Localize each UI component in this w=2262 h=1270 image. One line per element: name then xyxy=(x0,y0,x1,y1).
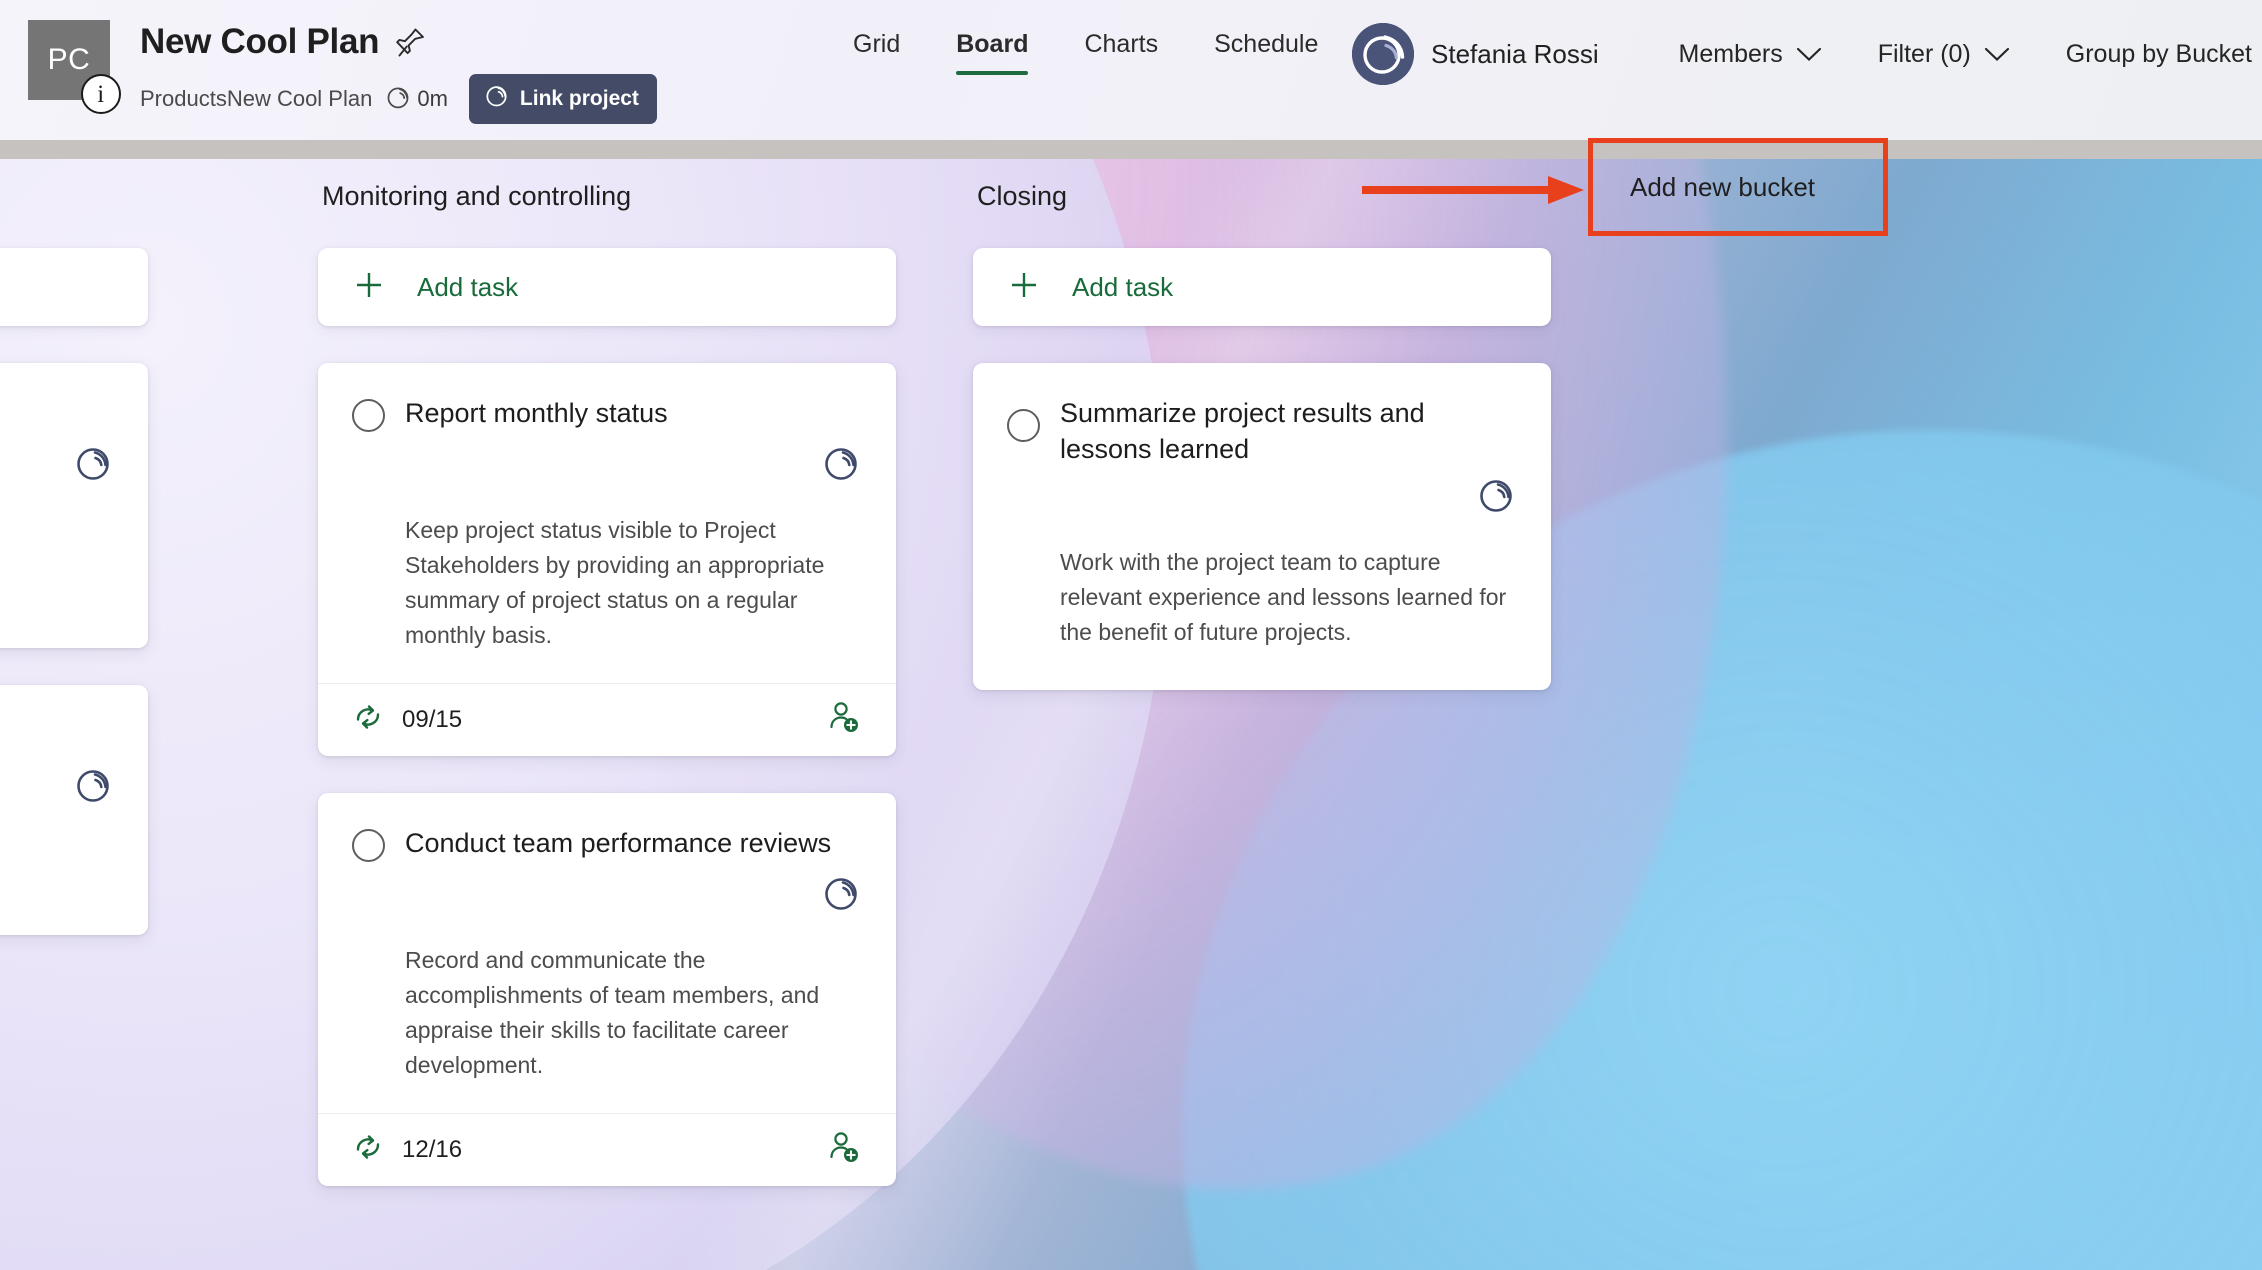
copilot-icon[interactable] xyxy=(822,874,860,917)
task-card-footer: 12/16 xyxy=(318,1112,896,1186)
task-description: Record and communicate the accomplishmen… xyxy=(405,946,820,1078)
app-header: PC i New Cool Plan ProductsNew Cool Plan xyxy=(0,0,2262,140)
group-by-dropdown[interactable]: Group by Bucket xyxy=(2038,40,2262,69)
copilot-small-icon xyxy=(385,84,411,115)
bucket-column-clipped: Add task xyxy=(0,159,148,935)
board-canvas: Add task xyxy=(0,159,2262,1270)
bucket-title-clipped xyxy=(0,181,148,221)
task-title: Report monthly status xyxy=(405,398,668,428)
task-card[interactable]: Conduct team performance reviews Record … xyxy=(318,792,896,1186)
copilot-icon[interactable] xyxy=(74,766,112,809)
task-complete-checkbox[interactable] xyxy=(352,828,385,862)
copilot-icon[interactable] xyxy=(822,444,860,487)
assign-user-icon[interactable] xyxy=(826,1130,860,1169)
add-task-button[interactable]: Add task xyxy=(318,248,896,326)
link-project-label: Link project xyxy=(519,86,639,110)
chevron-down-icon xyxy=(1796,40,1822,69)
link-project-button[interactable]: Link project xyxy=(468,74,657,124)
bucket-title[interactable]: Monitoring and controlling xyxy=(322,181,896,221)
page-title: New Cool Plan xyxy=(140,22,380,61)
user-chip[interactable]: Stefania Rossi xyxy=(1352,23,1599,85)
task-card-clipped-1[interactable]: l and informal eholders to review pen xyxy=(0,363,148,648)
breadcrumb: ProductsNew Cool Plan xyxy=(140,86,373,111)
filter-dropdown[interactable]: Filter (0) xyxy=(1850,40,2038,69)
task-due-date: 09/15 xyxy=(402,705,463,733)
view-tabs: Grid Board Charts Schedule ••• xyxy=(825,28,1429,75)
bucket-column-monitoring: Monitoring and controlling Add task Repo… xyxy=(318,159,896,1186)
add-task-button[interactable]: Add task xyxy=(973,248,1551,326)
plan-initials: PC xyxy=(47,43,91,76)
task-title: Conduct team performance reviews xyxy=(405,827,832,858)
copilot-small-icon xyxy=(484,83,509,114)
repeat-icon xyxy=(352,702,384,737)
pin-icon[interactable] xyxy=(395,25,427,59)
task-description: l and informal eholders to review pen xyxy=(0,513,114,618)
add-task-label: Add task xyxy=(417,271,519,302)
plan-duration: 0m xyxy=(385,84,448,115)
bucket-column-closing: Closing Add task Summarize project resul… xyxy=(973,159,1551,690)
task-card-footer: 09/15 xyxy=(318,682,896,756)
planner-board-screen: Add task xyxy=(0,0,2262,1270)
task-description: Keep project status visible to Project S… xyxy=(405,517,825,648)
task-card[interactable]: Report monthly status Keep project statu… xyxy=(318,363,896,756)
tab-schedule[interactable]: Schedule xyxy=(1186,30,1346,75)
avatar xyxy=(1352,23,1414,85)
add-task-button-clipped[interactable]: Add task xyxy=(0,248,148,326)
task-title: es xyxy=(0,717,114,753)
members-dropdown[interactable]: Members xyxy=(1651,40,1850,69)
task-description: or work ack of work. xyxy=(0,835,114,905)
add-task-label: Add task xyxy=(1072,271,1174,302)
task-title xyxy=(0,395,114,431)
task-due-date: 12/16 xyxy=(402,1135,463,1163)
horizontal-scrollbar[interactable] xyxy=(0,140,2262,159)
info-icon[interactable]: i xyxy=(81,74,121,114)
task-recurrence[interactable]: 09/15 xyxy=(352,702,462,737)
board-controls: Members Filter (0) Group by Bucket xyxy=(1651,40,2262,69)
assign-user-icon[interactable] xyxy=(826,700,860,739)
task-title: Summarize project results and lessons le… xyxy=(1060,398,1425,465)
plus-icon xyxy=(354,270,384,305)
task-card-clipped-2[interactable]: es or work ack of work. xyxy=(0,684,148,935)
tab-grid[interactable]: Grid xyxy=(825,30,928,75)
task-complete-checkbox[interactable] xyxy=(1007,409,1040,442)
user-name: Stefania Rossi xyxy=(1431,38,1599,69)
group-by-label: Group by Bucket xyxy=(2065,40,2252,68)
plan-title-block: New Cool Plan ProductsNew Cool Plan 0m L… xyxy=(140,20,657,124)
duration-value: 0m xyxy=(417,86,448,111)
bucket-title[interactable]: Closing xyxy=(977,181,1551,221)
repeat-icon xyxy=(352,1132,384,1167)
plan-avatar-tile: PC i xyxy=(28,20,121,114)
task-description: Work with the project team to capture re… xyxy=(1060,548,1507,645)
filter-label: Filter (0) xyxy=(1877,40,1971,68)
task-recurrence[interactable]: 12/16 xyxy=(352,1132,462,1167)
add-new-bucket-button[interactable]: Add new bucket xyxy=(1630,172,1815,203)
members-label: Members xyxy=(1678,40,1783,68)
copilot-icon[interactable] xyxy=(1477,476,1515,519)
copilot-icon[interactable] xyxy=(74,444,112,487)
chevron-down-icon xyxy=(1984,40,2010,69)
plus-icon xyxy=(1009,270,1039,305)
tab-charts[interactable]: Charts xyxy=(1056,30,1186,75)
tab-board[interactable]: Board xyxy=(928,30,1056,75)
task-complete-checkbox[interactable] xyxy=(352,399,385,432)
task-card[interactable]: Summarize project results and lessons le… xyxy=(973,363,1551,690)
plan-identity: PC i New Cool Plan ProductsNew Cool Plan xyxy=(28,20,657,124)
